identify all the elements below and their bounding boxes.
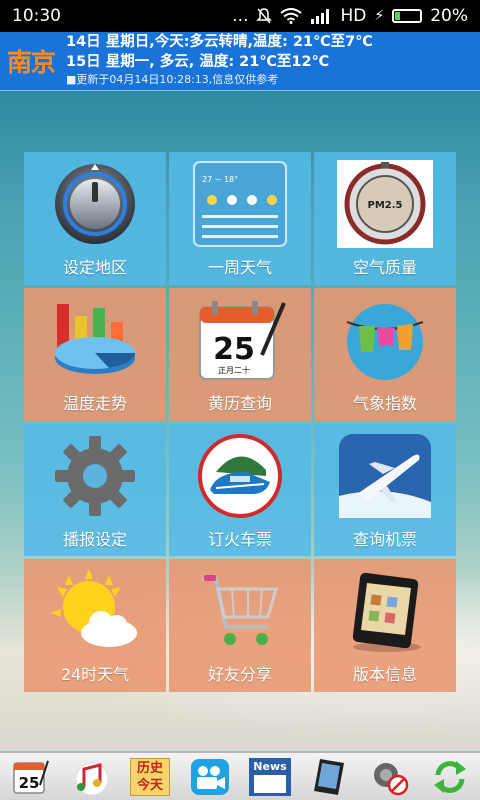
- smartphone-icon: [352, 573, 421, 653]
- tile-set-region[interactable]: 设定地区: [24, 152, 166, 285]
- bar-chart-icon: [55, 303, 136, 374]
- news-icon: News: [249, 757, 291, 796]
- video-camera-icon: [191, 758, 229, 795]
- mute-button[interactable]: [365, 755, 415, 799]
- tile-label: 黄历查询: [207, 393, 272, 413]
- tile-label: 温度走势: [62, 393, 127, 413]
- status-time: 10:30: [12, 6, 61, 26]
- music-button[interactable]: [65, 755, 115, 799]
- phone-button[interactable]: [305, 755, 355, 799]
- battery-percent: 20%: [430, 6, 468, 26]
- forecast-tomorrow: 15日 星期一, 多云, 温度: 21℃至12℃: [66, 54, 330, 70]
- tile-label: 查询机票: [352, 529, 417, 549]
- train-icon: [198, 433, 282, 518]
- network-type: HD: [340, 6, 367, 26]
- tile-label: 24时天气: [60, 665, 130, 685]
- tile-label: 气象指数: [352, 393, 417, 413]
- city-name[interactable]: 南京: [0, 32, 62, 90]
- video-button[interactable]: [185, 755, 235, 799]
- gear-icon: [55, 435, 135, 516]
- charging-icon: ⚡: [374, 8, 385, 24]
- wifi-icon: [280, 8, 303, 24]
- bottom-toolbar: 25 历史 今天 News: [0, 752, 480, 800]
- tile-share-friends[interactable]: 好友分享: [169, 559, 311, 692]
- more-indicator: ...: [232, 6, 249, 26]
- bottom-calendar-day: 25: [19, 774, 40, 792]
- tile-almanac[interactable]: 25 正月二十 黄历查询: [169, 287, 311, 421]
- tile-label: 好友分享: [207, 665, 272, 685]
- refresh-button[interactable]: [425, 755, 475, 799]
- mute-icon: [256, 8, 273, 24]
- pm25-text: PM2.5: [368, 200, 403, 211]
- calendar-sub-text: 正月二十: [218, 365, 250, 375]
- history-today-icon: 历史 今天: [130, 757, 170, 796]
- pm25-gauge-icon: PM2.5: [337, 160, 433, 248]
- tile-weather-index[interactable]: 气象指数: [314, 287, 456, 421]
- tile-version-info[interactable]: 版本信息: [314, 559, 456, 692]
- forecast-today: 14日 星期日,今天:多云转晴,温度: 21℃至7℃: [66, 34, 373, 50]
- tile-weekly-weather[interactable]: 27 ~ 18° 一周天气: [169, 152, 311, 285]
- calendar-icon: 25: [13, 760, 49, 794]
- news-label: News: [253, 759, 287, 773]
- tile-label: 版本信息: [352, 665, 417, 685]
- tile-24h-weather[interactable]: 24时天气: [24, 559, 166, 692]
- music-note-icon: [75, 762, 109, 795]
- clothes-line-icon: [346, 303, 424, 380]
- history-line2: 今天: [136, 777, 163, 793]
- calendar-button[interactable]: 25: [5, 755, 55, 799]
- tile-train-tickets[interactable]: 订火车票: [169, 423, 311, 557]
- speaker-mute-icon: [374, 762, 409, 795]
- tile-air-quality[interactable]: PM2.5 空气质量: [314, 152, 456, 285]
- tile-label: 订火车票: [207, 529, 272, 549]
- tile-broadcast-settings[interactable]: 播报设定: [24, 423, 166, 557]
- tile-label: 播报设定: [62, 529, 127, 549]
- history-today-button[interactable]: 历史 今天: [125, 755, 175, 799]
- update-note: ■更新于04月14日10:28:13,信息仅供参考: [66, 73, 279, 86]
- weekly-temp-text: 27 ~ 18°: [202, 175, 238, 184]
- status-bar: 10:30 ... HD ⚡ 20%: [0, 0, 480, 32]
- calendar-icon: 25 正月二十: [199, 300, 286, 380]
- tile-label: 空气质量: [352, 258, 417, 277]
- battery-icon: [392, 9, 423, 23]
- tile-label: 设定地区: [62, 258, 127, 277]
- weather-header[interactable]: 南京 14日 星期日,今天:多云转晴,温度: 21℃至7℃ 15日 星期一, 多…: [0, 32, 480, 90]
- weekly-weather-icon: 27 ~ 18°: [193, 161, 287, 247]
- tile-label: 一周天气: [207, 258, 272, 277]
- airplane-icon: [339, 433, 431, 518]
- sun-cloud-icon: [51, 569, 137, 648]
- knob-icon: [55, 164, 135, 244]
- smartphone-icon: [314, 758, 344, 795]
- shopping-cart-icon: [202, 575, 278, 646]
- history-line1: 历史: [136, 760, 163, 776]
- calendar-day-text: 25: [213, 332, 255, 367]
- news-button[interactable]: News: [245, 755, 295, 799]
- feature-grid: 设定地区 27 ~ 18° 一周天气 PM2.5 空气质量 温度走势 25 正月…: [24, 152, 456, 692]
- refresh-icon: [434, 760, 466, 793]
- tile-temperature-trend[interactable]: 温度走势: [24, 287, 166, 421]
- tile-flight-tickets[interactable]: 查询机票: [314, 423, 456, 557]
- signal-icon: [311, 9, 330, 24]
